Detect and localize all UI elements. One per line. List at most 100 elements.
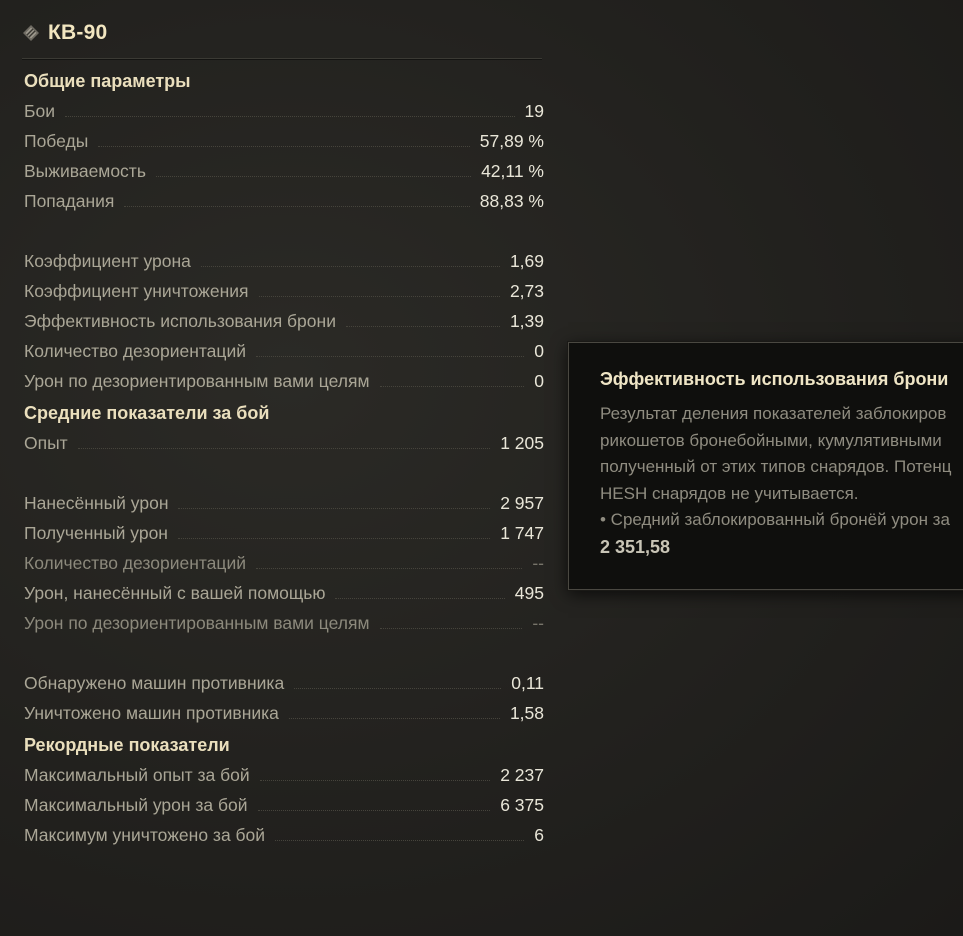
stat-label: Попадания (24, 190, 115, 211)
stat-label: Бои (24, 100, 55, 121)
dotted-leader (345, 325, 500, 327)
stat-row[interactable]: Урон по дезориентированным вами целям 0 (24, 366, 544, 396)
dotted-leader (258, 295, 500, 297)
tooltip-line: полученный от этих типов снарядов. Потен… (600, 457, 952, 476)
stat-value: 42,11 % (481, 160, 544, 181)
stat-row[interactable]: Опыт 1 205 (24, 428, 544, 458)
dotted-leader (256, 567, 523, 569)
tooltip-value: 2 351,58 (600, 536, 671, 557)
tooltip-title: Эффективность использования брони (600, 369, 949, 389)
stat-row[interactable]: Победы 57,89 % (24, 126, 544, 156)
stat-row[interactable]: Эффективность использования брони 1,39 (24, 306, 544, 336)
tooltip-line: Результат деления показателей заблокиров (600, 404, 947, 423)
stat-row[interactable]: Количество дезориентаций -- (24, 548, 544, 578)
stat-label: Победы (24, 130, 89, 151)
stat-label: Урон по дезориентированным вами целям (24, 370, 370, 391)
tooltip-description: Результат деления показателей заблокиров… (600, 401, 963, 534)
stat-row[interactable]: Урон, нанесённый с вашей помощью 495 (24, 578, 544, 608)
dotted-leader (275, 839, 525, 841)
stat-label: Нанесённый урон (24, 492, 169, 513)
stat-value: 1,69 (509, 250, 544, 271)
dotted-leader (65, 115, 515, 117)
stat-value: 2 957 (500, 492, 544, 513)
dotted-leader (294, 687, 502, 689)
stat-label: Коэффициент уничтожения (24, 280, 249, 301)
stat-value: 1 205 (500, 432, 544, 453)
dotted-leader (77, 447, 491, 449)
dotted-leader (379, 627, 523, 629)
stat-label: Обнаружено машин противника (24, 672, 285, 693)
dotted-leader (98, 145, 470, 147)
stat-value: 57,89 % (479, 130, 544, 151)
stat-label: Количество дезориентаций (24, 340, 246, 361)
stat-row[interactable]: Бои 19 (24, 96, 544, 126)
dotted-leader (200, 265, 500, 267)
stat-label: Уничтожено машин противника (24, 702, 279, 723)
stat-value: 2,73 (509, 280, 544, 301)
dotted-leader (178, 507, 491, 509)
stat-row[interactable]: Уничтожено машин противника 1,58 (24, 698, 544, 728)
stat-row[interactable]: Коэффициент урона 1,69 (24, 246, 544, 276)
stat-label: Полученный урон (24, 522, 168, 543)
tooltip-line: • Средний заблокированный бронёй урон за (600, 510, 950, 529)
stat-row[interactable]: Нанесённый урон 2 957 (24, 488, 544, 518)
stat-label: Опыт (24, 432, 68, 453)
stat-value: -- (532, 552, 544, 573)
dotted-leader (257, 809, 491, 811)
stat-label: Максимальный урон за бой (24, 794, 248, 815)
stat-value: -- (532, 612, 544, 633)
stat-row[interactable]: Полученный урон 1 747 (24, 518, 544, 548)
tooltip-line: рикошетов бронебойными, кумулятивными (600, 430, 942, 450)
dotted-leader (256, 355, 525, 357)
section-title: Рекордные показатели (24, 735, 230, 755)
stat-value: 0,11 (511, 672, 544, 693)
stat-value: 1,58 (509, 702, 544, 723)
heavy-tank-class-icon (23, 25, 39, 41)
stat-value: 0 (534, 340, 544, 361)
stat-label: Максимальный опыт за бой (24, 764, 250, 785)
tooltip-line: HESH снарядов не учитывается. (600, 483, 859, 503)
stat-row[interactable]: Максимальный опыт за бой 2 237 (24, 760, 544, 790)
section-title: Общие параметры (24, 71, 191, 91)
vehicle-title: КВ-90 (48, 21, 108, 44)
stat-row[interactable]: Урон по дезориентированным вами целям -- (24, 608, 544, 638)
stat-label: Эффективность использования брони (24, 310, 336, 331)
stat-label: Количество дезориентаций (24, 552, 246, 573)
stat-value: 2 237 (500, 764, 544, 785)
vehicle-header: КВ-90 (22, 8, 542, 59)
stat-value: 1,39 (509, 310, 544, 331)
dotted-leader (335, 597, 505, 599)
stat-row[interactable]: Количество дезориентаций 0 (24, 336, 544, 366)
stat-label: Выживаемость (24, 160, 146, 181)
stat-row[interactable]: Попадания 88,83 % (24, 186, 544, 216)
stat-row[interactable]: Коэффициент уничтожения 2,73 (24, 276, 544, 306)
stat-row[interactable]: Выживаемость 42,11 % (24, 156, 544, 186)
tooltip: Эффективность использования брони Резуль… (568, 342, 963, 590)
stat-value: 0 (534, 370, 544, 391)
stat-label: Максимум уничтожено за бой (24, 824, 266, 845)
tooltip-content: Эффективность использования брони Резуль… (569, 343, 963, 589)
dotted-leader (124, 205, 470, 207)
stat-label: Коэффициент урона (24, 250, 191, 271)
stat-row[interactable]: Максимум уничтожено за бой 6 (24, 820, 544, 850)
stat-value: 19 (524, 100, 544, 121)
dotted-leader (177, 537, 491, 539)
stat-value: 88,83 % (479, 190, 544, 211)
section-title: Средние показатели за бой (24, 403, 270, 423)
dotted-leader (259, 779, 491, 781)
stats-panel: Общие параметры Бои 19 Победы 57,89 % Выживае… (24, 64, 544, 850)
stat-row[interactable]: Максимальный урон за бой 6 375 (24, 790, 544, 820)
dotted-leader (155, 175, 472, 177)
stat-row[interactable]: Обнаружено машин противника 0,11 (24, 668, 544, 698)
stat-label: Урон, нанесённый с вашей помощью (24, 582, 326, 603)
stat-label: Урон по дезориентированным вами целям (24, 612, 370, 633)
stat-value: 495 (514, 582, 544, 603)
stat-value: 6 (534, 824, 544, 845)
dotted-leader (379, 385, 525, 387)
stat-value: 1 747 (500, 522, 544, 543)
dotted-leader (288, 717, 500, 719)
stat-value: 6 375 (500, 794, 544, 815)
